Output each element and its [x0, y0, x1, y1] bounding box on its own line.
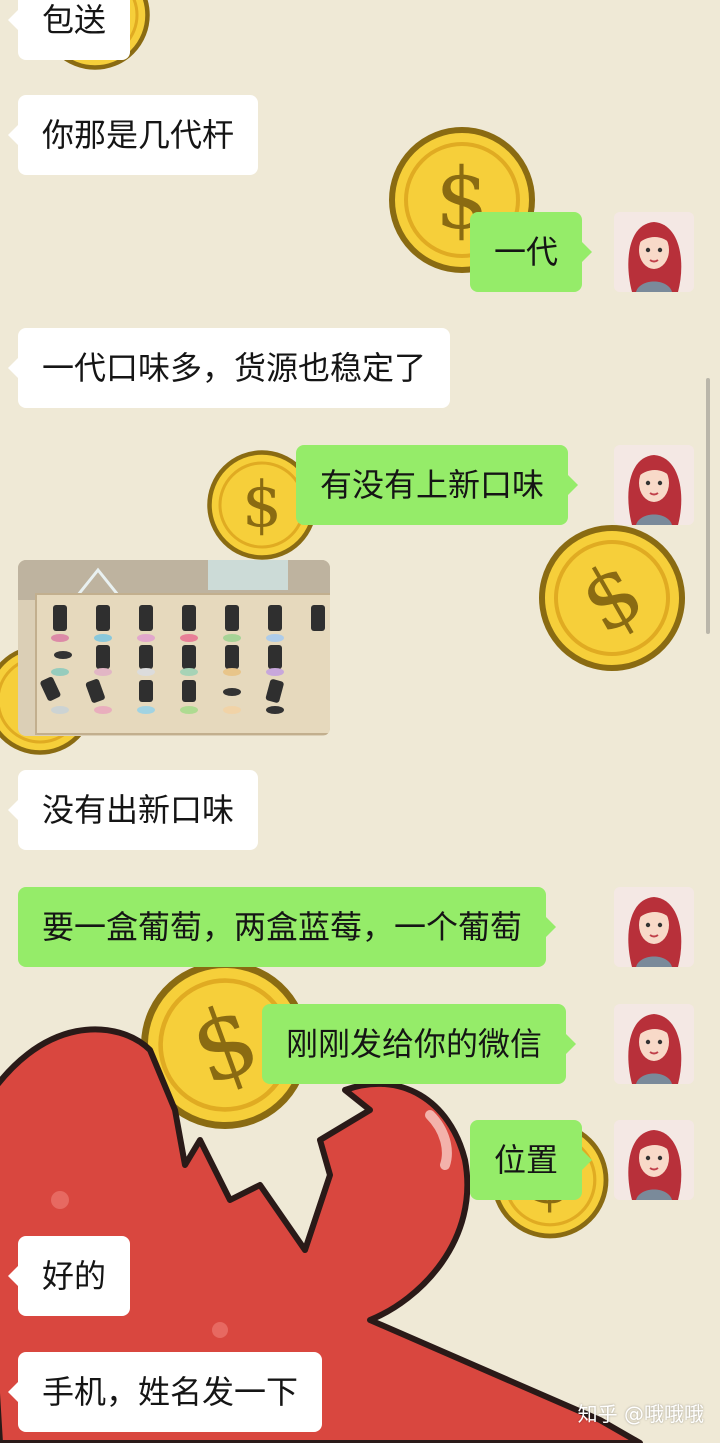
coin-decoration-icon — [516, 502, 707, 693]
image-message[interactable] — [18, 560, 330, 736]
avatar-girl-icon — [614, 212, 694, 292]
message-text: 手机，姓名发一下 — [42, 1373, 299, 1411]
outgoing-message-bubble[interactable]: 有没有上新口味 — [296, 445, 579, 525]
message-text: 有没有上新口味 — [320, 466, 545, 504]
avatar[interactable] — [614, 1004, 694, 1084]
avatar-girl-icon — [614, 887, 694, 967]
incoming-message-bubble[interactable]: 你那是几代杆 — [7, 95, 259, 175]
message-text: 一代口味多，货源也稳定了 — [42, 349, 427, 387]
incoming-message-bubble[interactable]: 没有出新口味 — [7, 770, 259, 850]
incoming-message-bubble[interactable]: 手机，姓名发一下 — [7, 1352, 323, 1432]
message-text: 你那是几代杆 — [42, 116, 235, 154]
avatar-girl-icon — [614, 1004, 694, 1084]
watermark: 知乎 @哦哦哦 — [577, 1402, 704, 1426]
avatar-girl-icon — [614, 1120, 694, 1200]
message-text: 包送 — [42, 1, 107, 39]
outgoing-message-bubble[interactable]: 要一盒葡萄，两盒蓝莓，一个葡萄 — [18, 887, 557, 967]
avatar-girl-icon — [614, 445, 694, 525]
avatar[interactable] — [614, 1120, 694, 1200]
avatar[interactable] — [614, 212, 694, 292]
outgoing-message-bubble[interactable]: 刚刚发给你的微信 — [262, 1004, 577, 1084]
scrollbar[interactable] — [706, 378, 710, 634]
message-text: 好的 — [42, 1257, 107, 1295]
message-text: 位置 — [494, 1141, 559, 1179]
incoming-message-bubble[interactable]: 包送 — [7, 0, 131, 60]
incoming-message-bubble[interactable]: 好的 — [7, 1236, 131, 1316]
message-text: 一代 — [494, 233, 559, 271]
avatar[interactable] — [614, 445, 694, 525]
incoming-message-bubble[interactable]: 一代口味多，货源也稳定了 — [7, 328, 451, 408]
message-text: 要一盒葡萄，两盒蓝莓，一个葡萄 — [42, 908, 523, 946]
avatar[interactable] — [614, 887, 694, 967]
outgoing-message-bubble[interactable]: 位置 — [470, 1120, 593, 1200]
message-text: 刚刚发给你的微信 — [286, 1025, 543, 1063]
outgoing-message-bubble[interactable]: 一代 — [470, 212, 593, 292]
message-text: 没有出新口味 — [42, 791, 235, 829]
product-display-photo — [18, 560, 330, 736]
